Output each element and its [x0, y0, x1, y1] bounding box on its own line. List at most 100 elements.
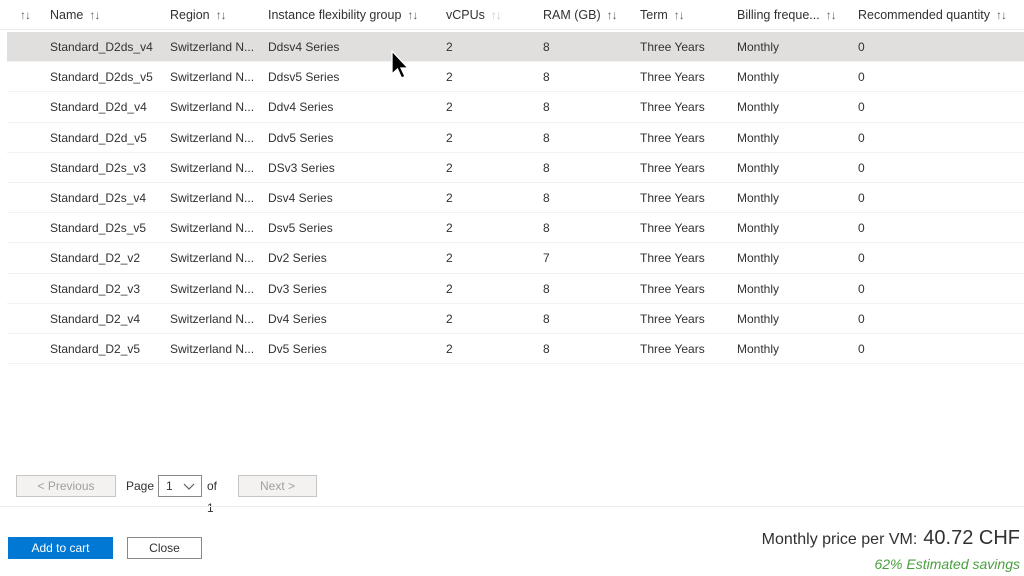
results-table: Standard_D2ds_v4 Switzerland N... Ddsv4 … [7, 32, 1024, 365]
sort-arrows-icon[interactable]: ↑↓ [826, 8, 837, 22]
table-row[interactable]: Standard_D2d_v4 Switzerland N... Ddv4 Se… [7, 92, 1024, 123]
previous-page-button[interactable]: < Previous [16, 475, 116, 497]
sort-arrows-icon[interactable]: ↑↓ [607, 8, 618, 22]
table-row[interactable]: Standard_D2_v3 Switzerland N... Dv3 Seri… [7, 274, 1024, 304]
cell-name: Standard_D2_v2 [50, 251, 141, 266]
sort-arrows-icon[interactable]: ↑↓ [20, 0, 31, 30]
sort-arrows-icon[interactable]: ↑↓ [216, 8, 227, 22]
cell-quantity: 0 [858, 311, 865, 326]
column-header-ram[interactable]: RAM (GB) ↑↓ [543, 0, 618, 30]
table-row[interactable]: Standard_D2d_v5 Switzerland N... Ddv5 Se… [7, 123, 1024, 153]
cell-billing: Monthly [737, 160, 780, 175]
column-header-name[interactable]: Name ↑↓ [50, 0, 100, 30]
cell-flexibility-group: Dsv5 Series [268, 221, 333, 236]
mouse-pointer-icon [391, 50, 410, 79]
column-header-billing[interactable]: Billing freque... ↑↓ [737, 0, 837, 30]
cell-billing: Monthly [737, 100, 780, 115]
cell-name: Standard_D2s_v5 [50, 221, 147, 236]
cell-vcpus: 2 [446, 221, 453, 236]
close-button[interactable]: Close [127, 537, 202, 559]
cell-term: Three Years [640, 251, 705, 266]
column-header-label: Instance flexibility group [268, 8, 402, 22]
column-header-label: Region [170, 8, 210, 22]
price-label: Monthly price per VM: [761, 531, 918, 548]
price-value: 40.72 CHF [923, 527, 1020, 549]
column-header-quantity[interactable]: Recommended quantity ↑↓ [858, 0, 1007, 30]
cell-vcpus: 2 [446, 40, 453, 54]
cell-vcpus: 2 [446, 70, 453, 85]
estimated-savings: 62% Estimated savings [874, 556, 1020, 572]
page-select-value: 1 [166, 479, 173, 493]
table-row[interactable]: Standard_D2_v5 Switzerland N... Dv5 Seri… [7, 334, 1024, 365]
cell-vcpus: 2 [446, 160, 453, 175]
grid-header: ↑↓ Name ↑↓ Region ↑↓ Instance flexibility … [0, 0, 1024, 30]
table-row[interactable]: Standard_D2s_v4 Switzerland N... Dsv4 Se… [7, 183, 1024, 214]
cell-ram: 8 [543, 311, 550, 326]
cell-vcpus: 2 [446, 341, 453, 356]
sort-arrows-icon[interactable]: ↑↓ [491, 8, 502, 22]
monthly-price: Monthly price per VM: 40.72 CHF [762, 527, 1020, 550]
table-row[interactable]: Standard_D2_v2 Switzerland N... Dv2 Seri… [7, 243, 1024, 274]
cell-region: Switzerland N... [170, 100, 255, 115]
cell-billing: Monthly [737, 190, 780, 205]
cell-flexibility-group: Dv3 Series [268, 281, 327, 296]
column-header-flexibility-group[interactable]: Instance flexibility group ↑↓ [268, 0, 418, 30]
page-select[interactable]: 1 [158, 475, 202, 497]
cell-billing: Monthly [737, 221, 780, 236]
cell-ram: 8 [543, 190, 550, 205]
cell-vcpus: 2 [446, 251, 453, 266]
column-header-label: Name [50, 8, 84, 22]
cell-quantity: 0 [858, 281, 865, 296]
column-header-label: Recommended quantity [858, 8, 991, 22]
cell-flexibility-group: DSv3 Series [268, 160, 335, 175]
cell-flexibility-group: Ddv5 Series [268, 130, 334, 145]
column-header-label: Billing freque... [737, 8, 820, 22]
chevron-down-icon [183, 483, 195, 490]
column-header-label: RAM (GB) [543, 8, 601, 22]
column-header-label: Term [640, 8, 668, 22]
column-header-vcpus[interactable]: vCPUs ↑↓ [446, 0, 502, 30]
cell-vcpus: 2 [446, 100, 453, 115]
cell-term: Three Years [640, 70, 705, 85]
cell-billing: Monthly [737, 311, 780, 326]
column-header-label: vCPUs [446, 8, 485, 22]
cell-name: Standard_D2s_v4 [50, 190, 147, 205]
cell-term: Three Years [640, 281, 705, 296]
footer-divider [0, 506, 1024, 507]
cell-name: Standard_D2s_v3 [50, 160, 147, 175]
cell-name: Standard_D2ds_v4 [50, 40, 153, 54]
cell-ram: 8 [543, 281, 550, 296]
cell-name: Standard_D2d_v4 [50, 100, 147, 115]
add-to-cart-button[interactable]: Add to cart [8, 537, 113, 559]
cell-billing: Monthly [737, 341, 780, 356]
cell-ram: 8 [543, 70, 550, 85]
cell-term: Three Years [640, 341, 705, 356]
cell-flexibility-group: Dv2 Series [268, 251, 327, 266]
cell-ram: 7 [543, 251, 550, 266]
cell-billing: Monthly [737, 40, 780, 54]
table-row[interactable]: Standard_D2_v4 Switzerland N... Dv4 Seri… [7, 304, 1024, 334]
cell-region: Switzerland N... [170, 130, 255, 145]
table-row[interactable]: Standard_D2ds_v5 Switzerland N... Ddsv5 … [7, 62, 1024, 93]
cell-quantity: 0 [858, 160, 865, 175]
cell-name: Standard_D2_v4 [50, 311, 141, 326]
cell-term: Three Years [640, 130, 705, 145]
cell-flexibility-group: Dv4 Series [268, 311, 327, 326]
cell-region: Switzerland N... [170, 221, 255, 236]
table-row[interactable]: Standard_D2s_v3 Switzerland N... DSv3 Se… [7, 153, 1024, 183]
cell-vcpus: 2 [446, 311, 453, 326]
table-row[interactable]: Standard_D2ds_v4 Switzerland N... Ddsv4 … [7, 32, 1024, 63]
table-row[interactable]: Standard_D2s_v5 Switzerland N... Dsv5 Se… [7, 213, 1024, 244]
sort-arrows-icon[interactable]: ↑↓ [674, 8, 685, 22]
sort-arrows-icon[interactable]: ↑↓ [996, 8, 1007, 22]
cell-term: Three Years [640, 221, 705, 236]
cell-region: Switzerland N... [170, 40, 255, 54]
next-page-button[interactable]: Next > [238, 475, 317, 497]
page-count: of 1 [207, 479, 218, 515]
column-header-term[interactable]: Term ↑↓ [640, 0, 685, 30]
cell-flexibility-group: Ddv4 Series [268, 100, 334, 115]
sort-arrows-icon[interactable]: ↑↓ [407, 8, 418, 22]
sort-arrows-icon[interactable]: ↑↓ [89, 8, 100, 22]
column-header-region[interactable]: Region ↑↓ [170, 0, 227, 30]
cell-term: Three Years [640, 40, 705, 54]
